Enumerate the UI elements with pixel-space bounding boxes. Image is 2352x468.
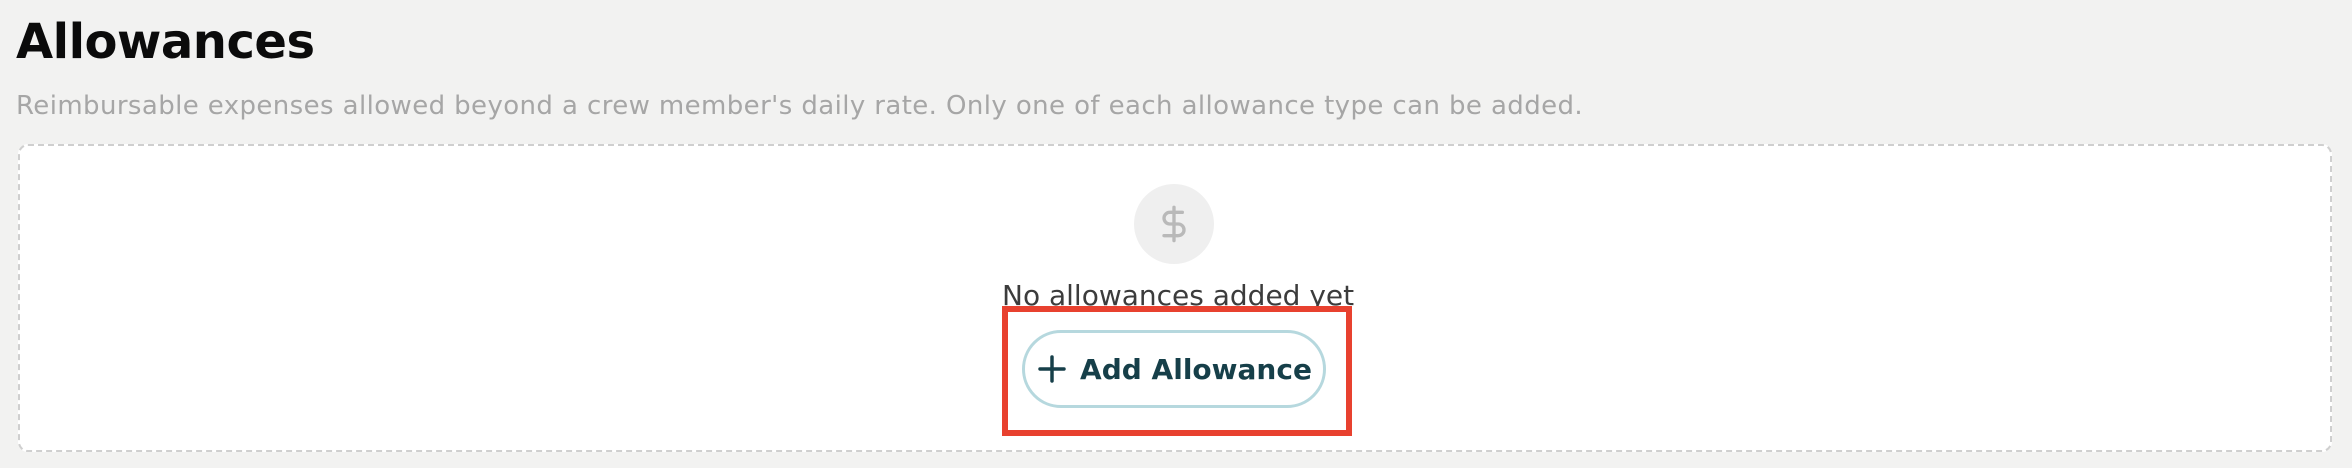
add-allowance-label: Add Allowance [1080, 352, 1312, 386]
page-title: Allowances [16, 14, 315, 70]
add-allowance-button[interactable]: Add Allowance [1022, 330, 1326, 408]
section-description: Reimbursable expenses allowed beyond a c… [16, 91, 1584, 121]
dollar-sign-icon [1162, 205, 1186, 243]
plus-icon [1038, 355, 1066, 383]
empty-state-message: No allowances added yet [1002, 279, 1355, 312]
dollar-icon-badge [1134, 184, 1214, 264]
